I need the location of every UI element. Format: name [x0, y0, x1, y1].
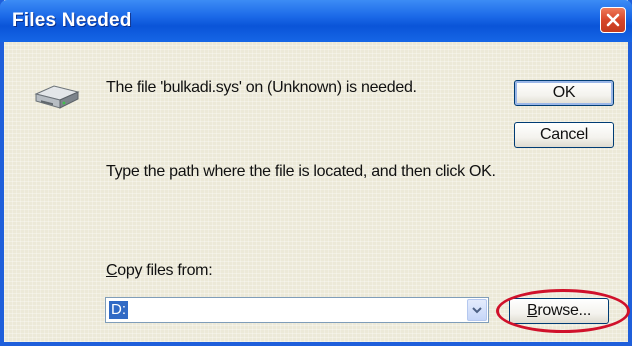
close-x-icon: [606, 13, 620, 27]
window-title: Files Needed: [12, 10, 132, 31]
title-bar[interactable]: Files Needed: [0, 0, 632, 42]
browse-button-label: Browse...: [527, 302, 591, 320]
copy-files-from-value[interactable]: D:: [109, 301, 128, 319]
browse-label-text: rowse...: [537, 302, 591, 319]
chevron-down-icon: [472, 307, 482, 314]
copy-files-from-label: Copy files from:: [106, 262, 213, 280]
cancel-button-label: Cancel: [539, 126, 588, 143]
instruction-text: Type the path where the file is located,…: [106, 163, 496, 180]
copy-files-from-combobox[interactable]: D:: [105, 297, 489, 323]
needed-file-message: The file 'bulkadi.sys' on (Unknown) is n…: [106, 79, 417, 96]
ok-button[interactable]: OK: [514, 80, 614, 106]
browse-button[interactable]: Browse...: [509, 298, 609, 324]
disk-drive-icon: [32, 82, 82, 117]
cancel-button[interactable]: Cancel: [514, 122, 614, 148]
copy-files-from-accesskey: C: [106, 262, 118, 279]
ok-button-label: OK: [552, 84, 576, 101]
copy-files-from-label-text: opy files from:: [117, 262, 213, 279]
close-button[interactable]: [600, 7, 626, 33]
files-needed-dialog: Files Needed The file 'bulkadi.sys' on (…: [0, 0, 632, 346]
combo-dropdown-button[interactable]: [467, 299, 487, 321]
browse-accesskey: B: [527, 302, 538, 319]
